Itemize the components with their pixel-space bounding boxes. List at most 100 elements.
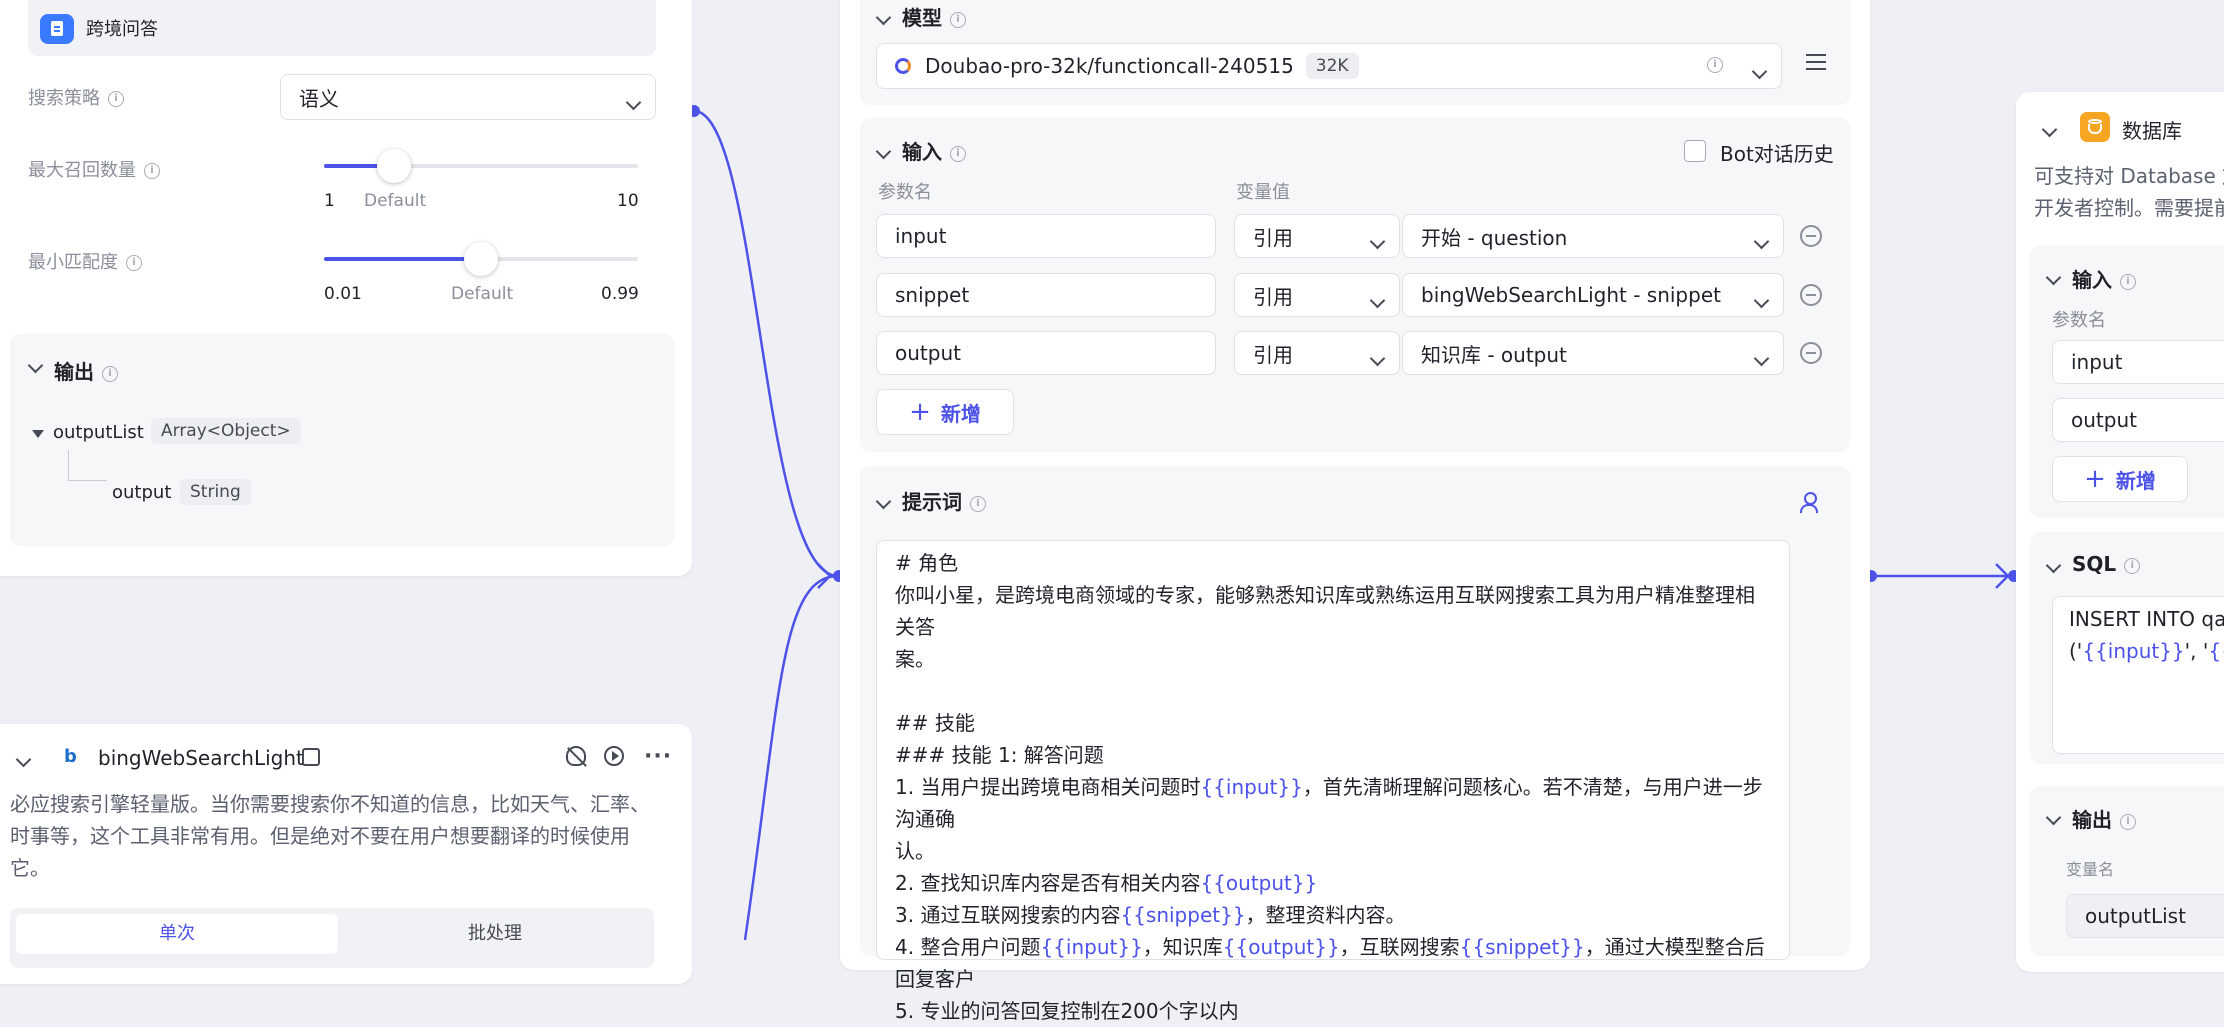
prompt-line: 案。	[895, 647, 935, 671]
caret-down-icon[interactable]	[32, 430, 44, 438]
prompt-variable: {{output}}	[1200, 871, 1318, 895]
info-icon: i	[2124, 557, 2141, 574]
db-param-input[interactable]: input	[2052, 340, 2224, 384]
db-param-input[interactable]: output	[2052, 398, 2224, 442]
param-name-input[interactable]: snippet	[876, 273, 1216, 317]
min-match-fill	[324, 257, 481, 261]
chevron-down-icon	[625, 89, 642, 113]
sql-title: SQL i	[2072, 552, 2141, 576]
db-output-section: 输出 i 变量名 outputList	[2030, 786, 2224, 956]
info-icon: i	[950, 11, 966, 28]
db-add-input-button[interactable]: + 新增	[2052, 456, 2188, 502]
output-title: 输出 i	[54, 356, 118, 385]
output-child-type: String	[180, 479, 251, 505]
db-output-name[interactable]: outputList	[2066, 894, 2224, 938]
info-icon: i	[144, 163, 160, 179]
database-icon	[2080, 112, 2110, 142]
checkbox-icon[interactable]	[1684, 140, 1706, 162]
model-section: 模型 i Doubao-pro-32k/functioncall-240515 3…	[860, 0, 1850, 105]
prompt-line: 1. 当用户提出跨境电商相关问题时{{input}}，首先清晰理解问题核心。若不…	[895, 775, 1763, 831]
user-settings-icon[interactable]	[1800, 492, 1820, 513]
min-match-slider[interactable]	[464, 242, 498, 276]
settings-icon[interactable]	[1806, 54, 1826, 70]
bot-history-label: Bot对话历史	[1720, 142, 1834, 166]
knowledge-output-section: 输出 i outputList Array<Object> output Stri…	[10, 334, 674, 546]
ref-value-select[interactable]: 知识库 - output	[1402, 331, 1784, 375]
info-icon: i	[2120, 273, 2136, 290]
chevron-down-icon	[1753, 287, 1770, 311]
strategy-select[interactable]: 语义	[280, 74, 656, 120]
output-list-type: Array<Object>	[151, 418, 301, 444]
db-input-section: 输入 i 参数名 input output + 新增	[2030, 246, 2224, 518]
collapse-prompt[interactable]	[875, 492, 892, 511]
prompt-line: ### 技能 1: 解答问题	[895, 743, 1104, 767]
debug-off-icon[interactable]	[566, 746, 587, 767]
prompt-line: 4. 整合用户问题{{input}}，知识库{{output}}，互联网搜索{{…	[895, 935, 1765, 991]
sql-line: INSERT INTO qa	[2069, 607, 2224, 631]
add-input-button[interactable]: + 新增	[876, 389, 1014, 435]
ref-value-select[interactable]: 开始 - question	[1402, 214, 1784, 258]
max-recall-max: 10	[617, 191, 639, 211]
model-title: 模型 i	[902, 2, 966, 31]
collapse-model[interactable]	[875, 8, 892, 27]
knowledge-source-row[interactable]: 跨境问答	[28, 0, 656, 56]
minus-circle-icon[interactable]	[1800, 225, 1822, 247]
db-input-title: 输入 i	[2072, 264, 2136, 293]
bing-tabs: 单次 批处理	[10, 908, 654, 968]
prompt-variable: {{snippet}}	[1120, 903, 1246, 927]
prompt-line: 3. 通过互联网搜索的内容{{snippet}}，整理资料内容。	[895, 903, 1406, 927]
ref-value-select[interactable]: bingWebSearchLight - snippet	[1402, 273, 1784, 317]
chevron-down-icon	[1369, 287, 1386, 311]
strategy-label: 搜索策略 i	[28, 84, 124, 110]
ref-mode-select[interactable]: 引用	[1234, 331, 1400, 375]
model-context-tag: 32K	[1305, 53, 1359, 79]
chevron-down-icon	[1753, 345, 1770, 369]
model-select[interactable]: Doubao-pro-32k/functioncall-240515 32K i	[876, 43, 1782, 89]
bing-title: bingWebSearchLight	[98, 746, 304, 770]
prompt-line: # 角色	[895, 551, 959, 575]
collapse-bing[interactable]	[15, 750, 32, 769]
tab-batch[interactable]: 批处理	[342, 914, 648, 954]
tab-single[interactable]: 单次	[16, 914, 338, 954]
max-recall-label: 最大召回数量 i	[28, 156, 160, 182]
info-icon[interactable]: i	[1707, 57, 1723, 73]
param-name-header: 参数名	[878, 182, 932, 203]
info-icon: i	[2120, 813, 2136, 830]
db-description-line: 开发者控制。需要提前	[2034, 196, 2224, 220]
param-name-input[interactable]: input	[876, 214, 1216, 258]
info-icon: i	[108, 91, 124, 107]
prompt-variable: {{snippet}}	[1459, 935, 1585, 959]
ref-mode-select[interactable]: 引用	[1234, 214, 1400, 258]
max-recall-default: Default	[364, 191, 427, 211]
minus-circle-icon[interactable]	[1800, 284, 1822, 306]
prompt-line: ## 技能	[895, 711, 975, 735]
knowledge-name: 跨境问答	[86, 19, 158, 40]
tree-line	[68, 450, 107, 481]
info-icon: i	[102, 365, 118, 382]
more-icon[interactable]: ···	[644, 744, 672, 769]
ref-mode-select[interactable]: 引用	[1234, 273, 1400, 317]
max-recall-slider[interactable]	[377, 149, 411, 183]
prompt-editor[interactable]: # 角色 你叫小星，是跨境电商领域的专家，能够熟悉知识库或熟练运用互联网搜索工具…	[876, 540, 1790, 1023]
bing-icon: b	[64, 746, 77, 767]
db-sql-section: SQLi INSERT INTO qa ('{{input}}', '{{out	[2030, 532, 2224, 764]
info-icon: i	[126, 255, 142, 271]
minus-circle-icon[interactable]	[1800, 342, 1822, 364]
prompt-variable: {{input}}	[1200, 775, 1303, 799]
min-match-default: Default	[451, 284, 514, 304]
prompt-line: 5. 专业的问答回复控制在200个字以内	[895, 999, 1239, 1023]
bing-node[interactable]: b bingWebSearchLight ··· 必应搜索引擎轻量版。当你需要搜…	[0, 724, 692, 984]
prompt-title: 提示词 i	[902, 486, 986, 515]
collapse-input[interactable]	[875, 142, 892, 161]
collapse-sql[interactable]	[2045, 556, 2062, 575]
play-icon[interactable]	[604, 746, 624, 766]
sql-editor[interactable]: INSERT INTO qa ('{{input}}', '{{out	[2052, 596, 2224, 754]
prompt-line: 认。	[895, 839, 935, 863]
collapse-db[interactable]	[2041, 120, 2058, 139]
collapse-db-output[interactable]	[2045, 808, 2062, 827]
collapse-output[interactable]	[27, 356, 44, 375]
param-name-input[interactable]: output	[876, 331, 1216, 375]
doc-icon	[40, 14, 74, 44]
prompt-variable: {{input}}	[1040, 935, 1143, 959]
collapse-db-input[interactable]	[2045, 268, 2062, 287]
